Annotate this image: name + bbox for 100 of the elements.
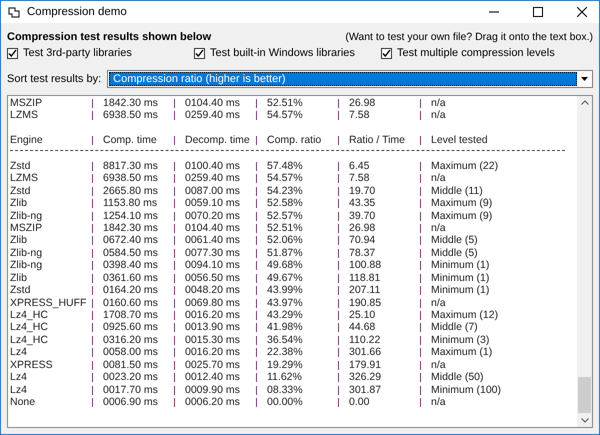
- table-cell: 57.48%: [256, 162, 338, 171]
- table-cell: 0048.20 ms: [174, 286, 256, 296]
- table-cell: 8817.30 ms: [92, 162, 174, 171]
- dropdown-arrow-icon: [580, 77, 588, 81]
- maximize-icon[interactable]: [533, 7, 543, 17]
- table-cell-text: Lz4: [10, 371, 28, 384]
- table-cell: 52.57%: [256, 212, 338, 220]
- table-cell: 52.51%: [256, 224, 338, 233]
- table-cell: 1708.70 ms: [92, 311, 174, 320]
- table-cell: 0016.20 ms: [174, 311, 256, 320]
- scroll-down-icon[interactable]: [580, 418, 588, 423]
- table-cell: 0009.90 ms: [174, 386, 256, 395]
- table-cell: 207.11: [338, 286, 420, 296]
- column-header: Decomp. time: [174, 136, 256, 146]
- table-cell: 26.98: [338, 224, 420, 233]
- checkbox-label[interactable]: Test built-in Windows libraries: [210, 47, 355, 59]
- table-cell: 43.99%: [256, 286, 338, 296]
- table-cell: 0104.40 ms: [174, 224, 256, 233]
- table-cell: Middle (11): [420, 186, 560, 196]
- checkbox-label[interactable]: Test multiple compression levels: [397, 47, 555, 59]
- scrollbar[interactable]: [577, 96, 592, 427]
- table-cell-text: Zstd: [10, 284, 32, 297]
- table-cell-text: LZMS: [10, 172, 40, 185]
- table-cell: 190.85: [338, 298, 420, 308]
- table-cell: 52.58%: [256, 199, 338, 208]
- table-cell: 0023.20 ms: [92, 373, 174, 382]
- table-cell-text: None: [10, 396, 36, 408]
- table-cell: 326.29: [338, 373, 420, 382]
- column-header: Comp. time: [92, 136, 174, 146]
- table-cell: 118.81: [338, 274, 420, 283]
- table-cell: 0056.50 ms: [174, 274, 256, 283]
- table-cell: 0069.80 ms: [174, 298, 256, 308]
- table-cell: 49.67%: [256, 274, 338, 283]
- scrollbar-thumb[interactable]: [578, 377, 591, 413]
- checkbox[interactable]: [7, 48, 18, 58]
- table-cell: 1254.10 ms: [92, 212, 174, 220]
- table-cell: 0070.20 ms: [174, 212, 256, 220]
- table-cell: 0087.00 ms: [174, 186, 256, 196]
- results-text-box[interactable]: [7, 95, 593, 428]
- checkbox[interactable]: [194, 48, 205, 58]
- checkbox[interactable]: [381, 48, 392, 58]
- table-cell: 110.22: [338, 336, 420, 345]
- table-cell: 11.62%: [256, 373, 338, 382]
- table-cell: 0006.20 ms: [174, 398, 256, 408]
- table-cell: 0259.40 ms: [174, 174, 256, 184]
- table-cell: 0316.20 ms: [92, 336, 174, 345]
- table-cell: Maximum (1): [420, 348, 560, 358]
- table-cell: 0077.30 ms: [174, 248, 256, 258]
- column-header: Comp. ratio: [256, 136, 338, 146]
- table-cell: 1842.30 ms: [92, 99, 174, 108]
- table-cell: 43.29%: [256, 311, 338, 320]
- table-cell: 0094.10 ms: [174, 261, 256, 270]
- table-cell-text: Lz4_HC: [10, 321, 49, 334]
- table-cell-text: Zlib: [10, 234, 28, 247]
- scroll-up-icon[interactable]: [580, 100, 588, 105]
- table-cell-text: Lz4_HC: [10, 334, 49, 346]
- table-cell: Minimum (1): [420, 286, 560, 296]
- table-cell: 7.58: [338, 111, 420, 120]
- table-cell: 0081.50 ms: [92, 360, 174, 370]
- table-cell-text: Zlib: [10, 272, 28, 284]
- table-cell: 0672.40 ms: [92, 236, 174, 246]
- table-cell: Maximum (12): [420, 311, 560, 320]
- table-cell: Middle (50): [420, 373, 560, 382]
- table-cell: 25.10: [338, 311, 420, 320]
- table-cell: 19.29%: [256, 360, 338, 370]
- checkbox-label[interactable]: Test 3rd-party libraries: [23, 47, 132, 59]
- table-cell-text: Zstd: [10, 160, 32, 172]
- table-cell: 54.57%: [256, 111, 338, 120]
- table-cell-text: LZMS: [10, 109, 40, 122]
- table-cell: Maximum (9): [420, 199, 560, 208]
- table-cell: 0012.40 ms: [174, 373, 256, 382]
- table-cell: 49.68%: [256, 261, 338, 270]
- table-cell-text: MSZIP: [10, 97, 44, 110]
- table-cell: n/a: [420, 174, 560, 184]
- table-cell: 78.37: [338, 248, 420, 258]
- table-cell: Middle (5): [420, 236, 560, 246]
- table-cell: 43.35: [338, 199, 420, 208]
- table-cell: 0584.50 ms: [92, 248, 174, 258]
- table-cell: 0016.20 ms: [174, 348, 256, 358]
- table-cell: n/a: [420, 398, 560, 408]
- table-cell-text: XPRESS_HUFF: [10, 296, 88, 309]
- close-icon[interactable]: [577, 7, 587, 17]
- table-cell: 1153.80 ms: [92, 199, 174, 208]
- table-cell: 6.45: [338, 162, 420, 171]
- table-cell: 0017.70 ms: [92, 386, 174, 395]
- table-cell: 0059.10 ms: [174, 199, 256, 208]
- table-cell: 0061.40 ms: [174, 236, 256, 246]
- table-cell: 0058.00 ms: [92, 348, 174, 358]
- table-cell: 54.57%: [256, 174, 338, 184]
- sort-dropdown[interactable]: Compression ratio (higher is better): [107, 70, 593, 88]
- table-cell: 100.88: [338, 261, 420, 270]
- table-cell: 0025.70 ms: [174, 360, 256, 370]
- table-cell: 301.66: [338, 348, 420, 358]
- column-header: Engine: [10, 134, 44, 147]
- table-cell-text: Lz4: [10, 384, 28, 396]
- table-cell: 0398.40 ms: [92, 261, 174, 270]
- table-cell: n/a: [420, 224, 560, 233]
- table-cell: 52.06%: [256, 236, 338, 246]
- table-cell: 2665.80 ms: [92, 186, 174, 196]
- table-cell: n/a: [420, 99, 560, 108]
